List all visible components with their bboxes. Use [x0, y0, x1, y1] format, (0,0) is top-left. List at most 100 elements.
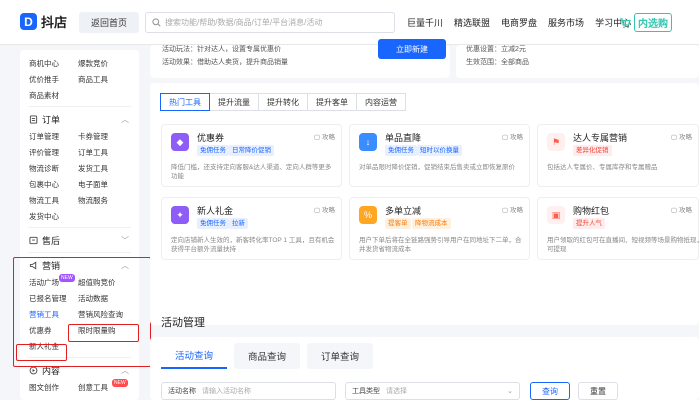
sidebar-section-aftersale[interactable]: 售后 ﹀: [20, 230, 139, 250]
doudian-logo[interactable]: D 抖店: [20, 12, 67, 31]
tab-content-ops[interactable]: 内容运营: [356, 93, 406, 111]
tab-product-query[interactable]: 商品查询: [234, 343, 301, 369]
tool-type-select[interactable]: 工具类型 请选择 ⌄: [345, 382, 520, 400]
sidebar-item-logistics-service[interactable]: 物流服务: [78, 193, 138, 209]
tab-order-value[interactable]: 提升客单: [307, 93, 357, 111]
activity-title: 活动管理: [161, 317, 205, 329]
tool-guide-link[interactable]: ▢ 攻略: [502, 131, 523, 141]
tab-conversion[interactable]: 提升转化: [258, 93, 308, 111]
tool-desc: 用户下单后将在全链路强势引导用户在同地址下二单，合并发货省物流成本: [359, 237, 522, 253]
sidebar-item-graphic-creation[interactable]: 图文创作: [29, 380, 78, 396]
new-badge: NEW: [59, 274, 75, 282]
sidebar-item-review-manage[interactable]: 评价管理: [29, 145, 78, 161]
tool-desc: 定向店铺新人生效的，新客转化率TOP 1 工具，且有机会获得平台额外流量扶持: [171, 237, 335, 253]
section-title: 售后: [42, 235, 61, 246]
tool-card-talent-marketing[interactable]: ⚑ 达人专属营销 差异化促销 ▢ 攻略 包括达人专属价、专属库存和专属赠品: [537, 124, 699, 187]
tool-card-coupon[interactable]: ◆ 优惠券 免佣任务 日常降价促销 ▢ 攻略 降低门槛，还支持定向客服&达人渠道…: [161, 124, 342, 187]
sidebar-section-marketing[interactable]: 营销 ︿: [20, 255, 139, 275]
tool-tag: 提升人气: [573, 218, 605, 229]
tool-guide-link[interactable]: ▢ 攻略: [314, 131, 335, 141]
tool-desc: 对单品限时降价促销，促销结束后售卖或立即恢复原价: [359, 164, 515, 171]
create-now-button[interactable]: 立即新建: [378, 39, 446, 59]
activity-name-field[interactable]: 活动名称 请输入活动名称: [161, 382, 336, 400]
search-input[interactable]: [165, 18, 393, 27]
back-home-button[interactable]: 返回首页: [79, 12, 139, 33]
sidebar: 商机中心 爆款竞价 优价推手 商品工具 商品素材 订单 ︿ 订单管理 卡券管理 …: [20, 50, 139, 400]
query-button[interactable]: 查询: [530, 382, 570, 400]
tool-title: 多单立减: [385, 206, 422, 216]
sidebar-item-creative-tools[interactable]: 创意工具 NEW: [78, 379, 138, 396]
sidebar-item-label: 创意工具: [78, 383, 108, 392]
divider: [28, 227, 131, 228]
tool-card-multi-order[interactable]: % 多单立减 提客单 降物流成本 ▢ 攻略 用户下单后将在全链路强势引导用户在同…: [349, 197, 530, 260]
promo-right-line-1: 优惠设置：立减2元: [466, 46, 526, 53]
sidebar-item-voucher-manage[interactable]: 卡券管理: [78, 129, 138, 145]
brand-logo[interactable]: 内选购: [619, 13, 691, 32]
top-nav: 巨量千川 精选联盟 电商罗盘 服务市场 学习中心: [407, 16, 631, 29]
promo-card: 活动玩法：针对达人，设置专属优惠价 活动效果：借助达人卖货，提升商品销量 立即新…: [150, 39, 450, 78]
tool-desc: 包括达人专属价、专属库存和专属赠品: [547, 164, 658, 171]
global-search[interactable]: [145, 12, 395, 33]
tool-card-price-drop[interactable]: ↓ 单品直降 免佣任务 短时以价换量 ▢ 攻略 对单品限时降价促销，促销结束后售…: [349, 124, 530, 187]
chevron-up-icon: ︿: [121, 260, 129, 270]
sidebar-item-activity-square[interactable]: 活动广场 NEW: [29, 274, 78, 291]
nav-alliance[interactable]: 精选联盟: [454, 16, 490, 29]
tool-tag: 短时以价换量: [417, 145, 462, 156]
tab-hot-tools[interactable]: 热门工具: [160, 93, 210, 111]
chevron-up-icon: ︿: [121, 114, 129, 124]
sidebar-item-e-waybill[interactable]: 电子面单: [78, 177, 138, 193]
activity-card: 活动查询 商品查询 订单查询 活动名称 请输入活动名称 工具类型 请选择 ⌄ 查…: [150, 337, 699, 400]
sidebar-item-shipping-center[interactable]: 发货中心: [29, 209, 78, 225]
tool-card-red-packet[interactable]: ▣ 购物红包 提升人气 ▢ 攻略 用户领取的红包可在直播间、短视频等场景购物抵现…: [537, 197, 699, 260]
sidebar-item-value-bid[interactable]: 超值购竞价: [78, 275, 138, 291]
reset-button[interactable]: 重置: [578, 382, 618, 400]
tool-card-new-user-gift[interactable]: ✦ 新人礼金 免佣任务 拉新 ▢ 攻略 定向店铺新人生效的，新客转化率TOP 1…: [161, 197, 342, 260]
tool-tabs: 热门工具 提升流量 提升转化 提升客单 内容运营: [160, 93, 406, 111]
sidebar-item-new-user-gift[interactable]: 新人礼金: [29, 339, 78, 355]
sidebar-section-content[interactable]: 内容 ︿: [20, 360, 139, 380]
sidebar-section-orders[interactable]: 订单 ︿: [20, 109, 139, 129]
sidebar-item-package-center[interactable]: 包裹中心: [29, 177, 78, 193]
tool-desc: 用户领取的红包可在直播间、短视频等场景购物抵现，不可提现: [547, 237, 699, 253]
nav-compass[interactable]: 电商罗盘: [501, 16, 537, 29]
sidebar-item-shipping-tools[interactable]: 发货工具: [78, 161, 138, 177]
sidebar-item-product-tools[interactable]: 商品工具: [78, 72, 138, 88]
tab-activity-query[interactable]: 活动查询: [161, 343, 228, 369]
sidebar-item-product-material[interactable]: 商品素材: [29, 88, 78, 104]
sidebar-item-logistics-diagnosis[interactable]: 物流诊断: [29, 161, 78, 177]
tool-tag: 提客单: [385, 218, 411, 229]
nav-qianchuan[interactable]: 巨量千川: [407, 16, 443, 29]
sidebar-item-risk-query[interactable]: 营销风险查询: [78, 307, 138, 323]
tool-guide-link[interactable]: ▢ 攻略: [671, 131, 692, 141]
section-title: 内容: [42, 365, 61, 376]
sidebar-item-activity-data[interactable]: 活动数据: [78, 291, 138, 307]
tool-tag: 免佣任务: [197, 218, 229, 229]
order-icon: [29, 114, 38, 124]
tool-tag: 降物流成本: [412, 218, 451, 229]
sidebar-item-order-tools[interactable]: 订单工具: [78, 145, 138, 161]
sidebar-item-order-manage[interactable]: 订单管理: [29, 129, 78, 145]
tab-order-query[interactable]: 订单查询: [307, 343, 374, 369]
sidebar-item-price-push[interactable]: 优价推手: [29, 72, 78, 88]
guide-label: 攻略: [322, 134, 335, 141]
field-placeholder: 请输入活动名称: [202, 388, 251, 395]
tab-traffic[interactable]: 提升流量: [209, 93, 259, 111]
sidebar-item-hot-bid[interactable]: 爆款竞价: [78, 56, 138, 72]
tool-title: 购物红包: [573, 206, 610, 216]
logo-text: 抖店: [41, 15, 68, 30]
tool-guide-link[interactable]: ▢ 攻略: [671, 204, 692, 214]
tool-tag: 差异化促销: [573, 145, 612, 156]
red-packet-icon: ▣: [547, 206, 565, 224]
sidebar-item-registered[interactable]: 已报名管理: [29, 291, 78, 307]
tool-guide-link[interactable]: ▢ 攻略: [314, 204, 335, 214]
tools-card: 热门工具 提升流量 提升转化 提升客单 内容运营 ◆ 优惠券 免佣任务 日常降价…: [150, 83, 699, 325]
nav-service-market[interactable]: 服务市场: [548, 16, 584, 29]
promo-card-right: 优惠设置：立减2元 生效范围：全部商品: [456, 45, 699, 78]
sidebar-item-logistics-tools[interactable]: 物流工具: [29, 193, 78, 209]
sidebar-item-opportunity[interactable]: 商机中心: [29, 56, 78, 72]
tool-guide-link[interactable]: ▢ 攻略: [502, 204, 523, 214]
sidebar-item-marketing-tools[interactable]: 营销工具: [29, 307, 78, 323]
sidebar-item-coupon[interactable]: 优惠券: [29, 323, 78, 339]
field-placeholder: 请选择: [386, 388, 407, 395]
sidebar-item-flash-sale[interactable]: 限时限量购: [78, 323, 138, 339]
